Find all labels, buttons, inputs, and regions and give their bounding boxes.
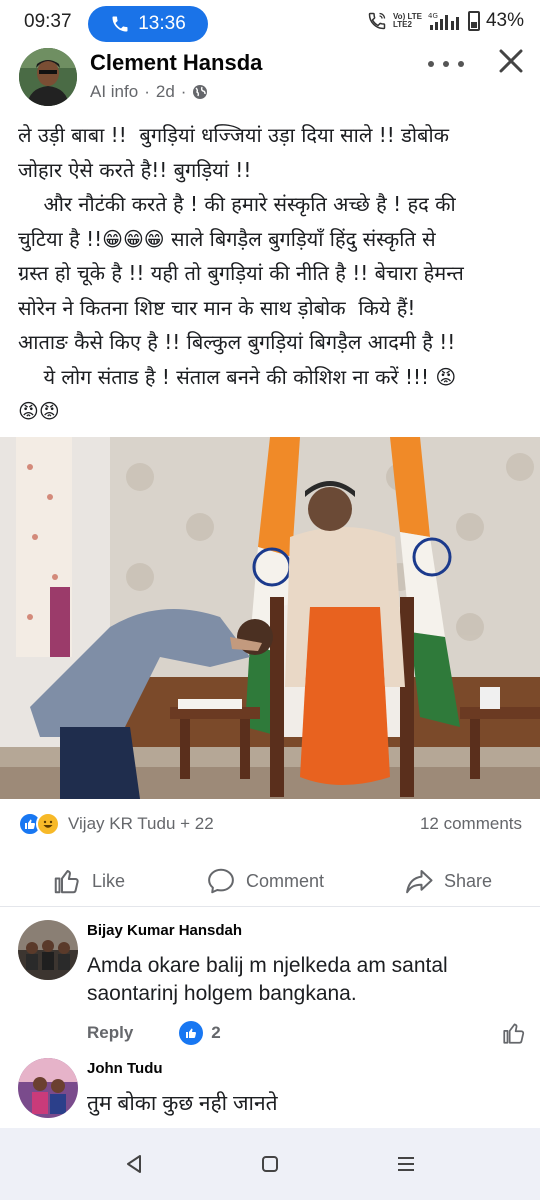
post-text-line: जोहार ऐसे करते है!! बुगड़ियां !!	[18, 157, 252, 182]
status-bar: 09:37 13:36 Vo) LTE LTE2 4G 43%	[0, 0, 540, 46]
like-reaction-icon	[179, 1021, 204, 1045]
battery-percent: 43%	[485, 10, 524, 31]
back-button[interactable]	[114, 1148, 154, 1180]
home-square-icon	[262, 1156, 278, 1172]
comment-item: John Tudu तुम बोका कुछ नही जानते	[0, 1058, 540, 1128]
call-active-icon	[368, 12, 386, 30]
haha-reaction-icon	[36, 812, 60, 836]
post-text-line: सोरेन ने कितना शिष्ट चार मान के साथ ड़ोब…	[18, 295, 416, 320]
status-time: 09:37	[24, 11, 72, 32]
post-photo[interactable]	[0, 437, 540, 799]
comment-text: Amda okare balij m njelkeda am santal sa…	[87, 954, 448, 1005]
comment-button[interactable]: Comment	[206, 858, 324, 904]
svg-text:4G: 4G	[428, 12, 438, 20]
system-nav-bar	[0, 1128, 540, 1200]
home-button[interactable]	[250, 1148, 290, 1180]
signal-icon: 4G	[428, 12, 459, 30]
commenter-avatar[interactable]	[18, 1058, 78, 1118]
post-text-line: ये लोग संताड है ! संताल बनने की कोशिश ना…	[18, 364, 457, 389]
post-meta: AI info · 2d ·	[90, 82, 208, 102]
comments-count[interactable]: 12 comments	[420, 814, 522, 834]
menu-lines-icon	[398, 1157, 414, 1171]
comment-actions: Reply 2	[87, 1020, 527, 1046]
commenter-avatar[interactable]	[18, 920, 78, 980]
phone-icon	[112, 16, 128, 32]
like-label: Like	[92, 870, 126, 891]
call-timer: 13:36	[138, 13, 186, 34]
like-button[interactable]: Like	[52, 858, 125, 904]
commenter-name[interactable]: John Tudu	[87, 1060, 163, 1077]
globe-icon	[193, 85, 208, 99]
comment-item: Bijay Kumar Hansdah Amda okare balij m n…	[0, 920, 540, 1050]
author-name[interactable]: Clement Hansda	[90, 50, 262, 76]
reply-button[interactable]: Reply	[87, 1023, 133, 1043]
thumbs-up-icon	[54, 870, 79, 894]
author-avatar[interactable]	[19, 48, 77, 106]
comment-bubble-icon	[208, 868, 234, 894]
post-actions: Like Comment Share	[0, 858, 540, 904]
ai-info-link[interactable]: AI info	[90, 82, 138, 102]
post-text-line: आताङ कैसे किए है !! बिल्कुल बुगड़ियां बि…	[18, 330, 456, 354]
post-text-line: ले उड़ी बाबा !! बुगड़ियां धज्जियां उड़ा …	[18, 123, 450, 147]
share-label: Share	[444, 870, 493, 891]
battery-icon	[467, 11, 480, 31]
post-header: Clement Hansda AI info · 2d ·	[0, 46, 540, 114]
post-body-text: ले उड़ी बाबा !! बुगड़ियां धज्जियां उड़ा …	[18, 118, 524, 429]
share-arrow-icon	[406, 870, 433, 894]
comment-like-icon[interactable]	[501, 1020, 527, 1046]
post-text-line: 😡😡	[18, 399, 60, 423]
close-icon[interactable]	[496, 46, 526, 76]
post-text-line: चुटिया है !!😁😁😁 साले बिगड़ैल बुगड़ियाँ ह…	[18, 226, 436, 251]
post-time[interactable]: 2d	[156, 82, 175, 102]
ongoing-call-pill[interactable]: 13:36	[88, 6, 208, 42]
comment-text: तुम बोका कुछ नही जानते	[87, 1092, 278, 1115]
post-text-line: और नौटंकी करते है ! की हमारे संस्कृति अच…	[18, 192, 456, 216]
status-indicators: Vo) LTE LTE2 4G 43%	[367, 10, 524, 32]
comment-reaction-count[interactable]: 2	[179, 1021, 221, 1045]
recents-button[interactable]	[386, 1148, 426, 1180]
reactions-names: Vijay KR Tudu + 22	[68, 814, 214, 833]
reaction-icons	[18, 812, 60, 836]
volte-indicator: Vo) LTE LTE2	[392, 12, 422, 29]
divider	[0, 906, 540, 907]
comment-label: Comment	[246, 870, 325, 891]
back-triangle-icon	[127, 1155, 141, 1173]
post-text-line: ग्रस्त हो चूके है !! यही तो बुगड़ियां की…	[18, 261, 464, 285]
more-options-button[interactable]	[428, 52, 464, 76]
share-button[interactable]: Share	[404, 858, 492, 904]
reactions-summary[interactable]: Vijay KR Tudu + 22 12 comments	[18, 808, 522, 840]
commenter-name[interactable]: Bijay Kumar Hansdah	[87, 922, 242, 939]
